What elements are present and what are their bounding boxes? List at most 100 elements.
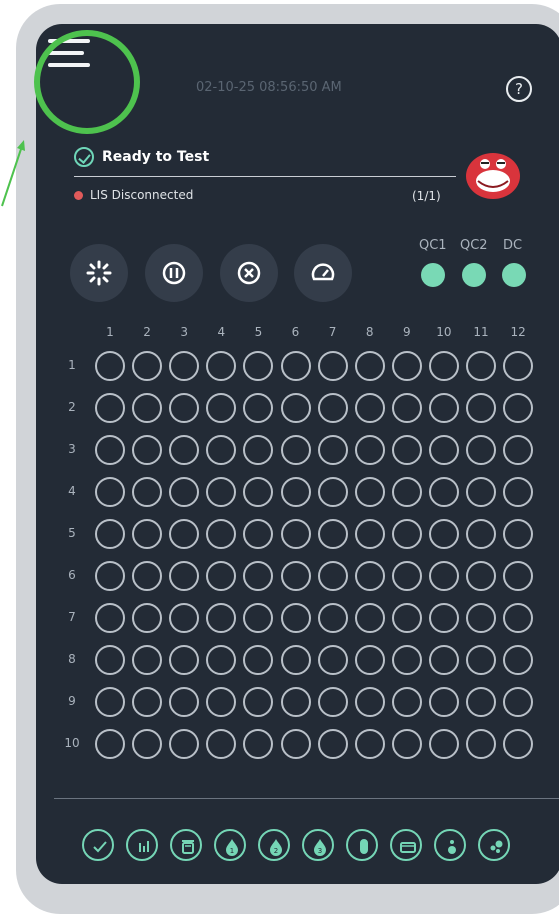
plate-well[interactable] — [280, 519, 311, 549]
drop-1-button[interactable]: 1 — [214, 829, 246, 861]
plate-well[interactable] — [95, 435, 125, 465]
loading-button[interactable] — [70, 244, 128, 302]
plate-well[interactable] — [428, 393, 459, 423]
plate-well[interactable] — [243, 435, 274, 465]
plate-well[interactable] — [317, 687, 348, 717]
plate-well[interactable] — [317, 561, 348, 591]
plate-well[interactable] — [466, 561, 496, 591]
drop-3-button[interactable]: 3 — [302, 829, 334, 861]
plate-well[interactable] — [317, 351, 348, 381]
plate-well[interactable] — [280, 603, 311, 633]
plate-well[interactable] — [132, 477, 163, 507]
plate-well[interactable] — [503, 351, 534, 381]
qc1-indicator[interactable] — [421, 263, 445, 287]
plate-well[interactable] — [391, 645, 422, 675]
plate-well[interactable] — [280, 477, 311, 507]
plate-well[interactable] — [466, 435, 496, 465]
plate-well[interactable] — [95, 519, 125, 549]
plate-well[interactable] — [280, 561, 311, 591]
plate-well[interactable] — [243, 477, 274, 507]
plate-well[interactable] — [280, 393, 311, 423]
plate-well[interactable] — [503, 603, 534, 633]
plate-well[interactable] — [354, 393, 385, 423]
gauge-button[interactable] — [294, 244, 352, 302]
plate-well[interactable] — [95, 351, 125, 381]
plate-well[interactable] — [354, 729, 385, 759]
dots-button[interactable] — [478, 829, 510, 861]
plate-well[interactable] — [466, 393, 496, 423]
plate-well[interactable] — [428, 603, 459, 633]
plate-well[interactable] — [503, 645, 534, 675]
plate-well[interactable] — [466, 729, 496, 759]
plate-well[interactable] — [206, 351, 237, 381]
plate-well[interactable] — [428, 645, 459, 675]
plate-well[interactable] — [206, 603, 237, 633]
plate-well[interactable] — [428, 729, 459, 759]
dc-indicator[interactable] — [502, 263, 526, 287]
plate-well[interactable] — [428, 477, 459, 507]
plate-well[interactable] — [243, 351, 274, 381]
plate-well[interactable] — [391, 477, 422, 507]
plate-well[interactable] — [206, 435, 237, 465]
plate-well[interactable] — [95, 645, 125, 675]
plate-well[interactable] — [132, 561, 163, 591]
plate-well[interactable] — [169, 393, 200, 423]
plate-well[interactable] — [503, 393, 534, 423]
plate-well[interactable] — [169, 603, 200, 633]
plate-well[interactable] — [206, 561, 237, 591]
plate-well[interactable] — [243, 603, 274, 633]
plate-well[interactable] — [243, 645, 274, 675]
plate-well[interactable] — [317, 435, 348, 465]
plate-well[interactable] — [132, 687, 163, 717]
plate-well[interactable] — [243, 519, 274, 549]
plate-well[interactable] — [132, 603, 163, 633]
plate-well[interactable] — [317, 729, 348, 759]
pause-button[interactable] — [145, 244, 203, 302]
plate-well[interactable] — [243, 729, 274, 759]
cassette-button[interactable] — [390, 829, 422, 861]
plate-well[interactable] — [428, 351, 459, 381]
plate-well[interactable] — [206, 729, 237, 759]
plate-well[interactable] — [391, 561, 422, 591]
plate-well[interactable] — [391, 603, 422, 633]
bar-chart-button[interactable] — [126, 829, 158, 861]
plate-well[interactable] — [317, 519, 348, 549]
plate-well[interactable] — [280, 435, 311, 465]
plate-well[interactable] — [391, 519, 422, 549]
plate-well[interactable] — [132, 351, 163, 381]
trash-button[interactable] — [170, 829, 202, 861]
plate-well[interactable] — [280, 687, 311, 717]
plate-well[interactable] — [317, 603, 348, 633]
plate-well[interactable] — [95, 561, 125, 591]
drop-2-button[interactable]: 2 — [258, 829, 290, 861]
plate-well[interactable] — [169, 435, 200, 465]
plate-well[interactable] — [206, 687, 237, 717]
plate-well[interactable] — [354, 687, 385, 717]
plate-well[interactable] — [503, 561, 534, 591]
plate-well[interactable] — [132, 729, 163, 759]
plate-well[interactable] — [317, 393, 348, 423]
plate-well[interactable] — [354, 351, 385, 381]
plate-well[interactable] — [466, 519, 496, 549]
plate-well[interactable] — [503, 687, 534, 717]
plate-well[interactable] — [354, 645, 385, 675]
plate-well[interactable] — [354, 477, 385, 507]
info-button[interactable] — [434, 829, 466, 861]
plate-well[interactable] — [280, 645, 311, 675]
plate-well[interactable] — [391, 393, 422, 423]
plate-well[interactable] — [95, 687, 125, 717]
plate-well[interactable] — [206, 645, 237, 675]
plate-well[interactable] — [466, 351, 496, 381]
stop-button[interactable] — [220, 244, 278, 302]
plate-well[interactable] — [466, 477, 496, 507]
plate-well[interactable] — [132, 645, 163, 675]
plate-well[interactable] — [428, 687, 459, 717]
plate-well[interactable] — [391, 687, 422, 717]
plate-well[interactable] — [132, 435, 163, 465]
plate-well[interactable] — [354, 519, 385, 549]
plate-well[interactable] — [503, 519, 534, 549]
plate-well[interactable] — [428, 561, 459, 591]
plate-well[interactable] — [354, 561, 385, 591]
plate-well[interactable] — [206, 477, 237, 507]
plate-well[interactable] — [391, 351, 422, 381]
